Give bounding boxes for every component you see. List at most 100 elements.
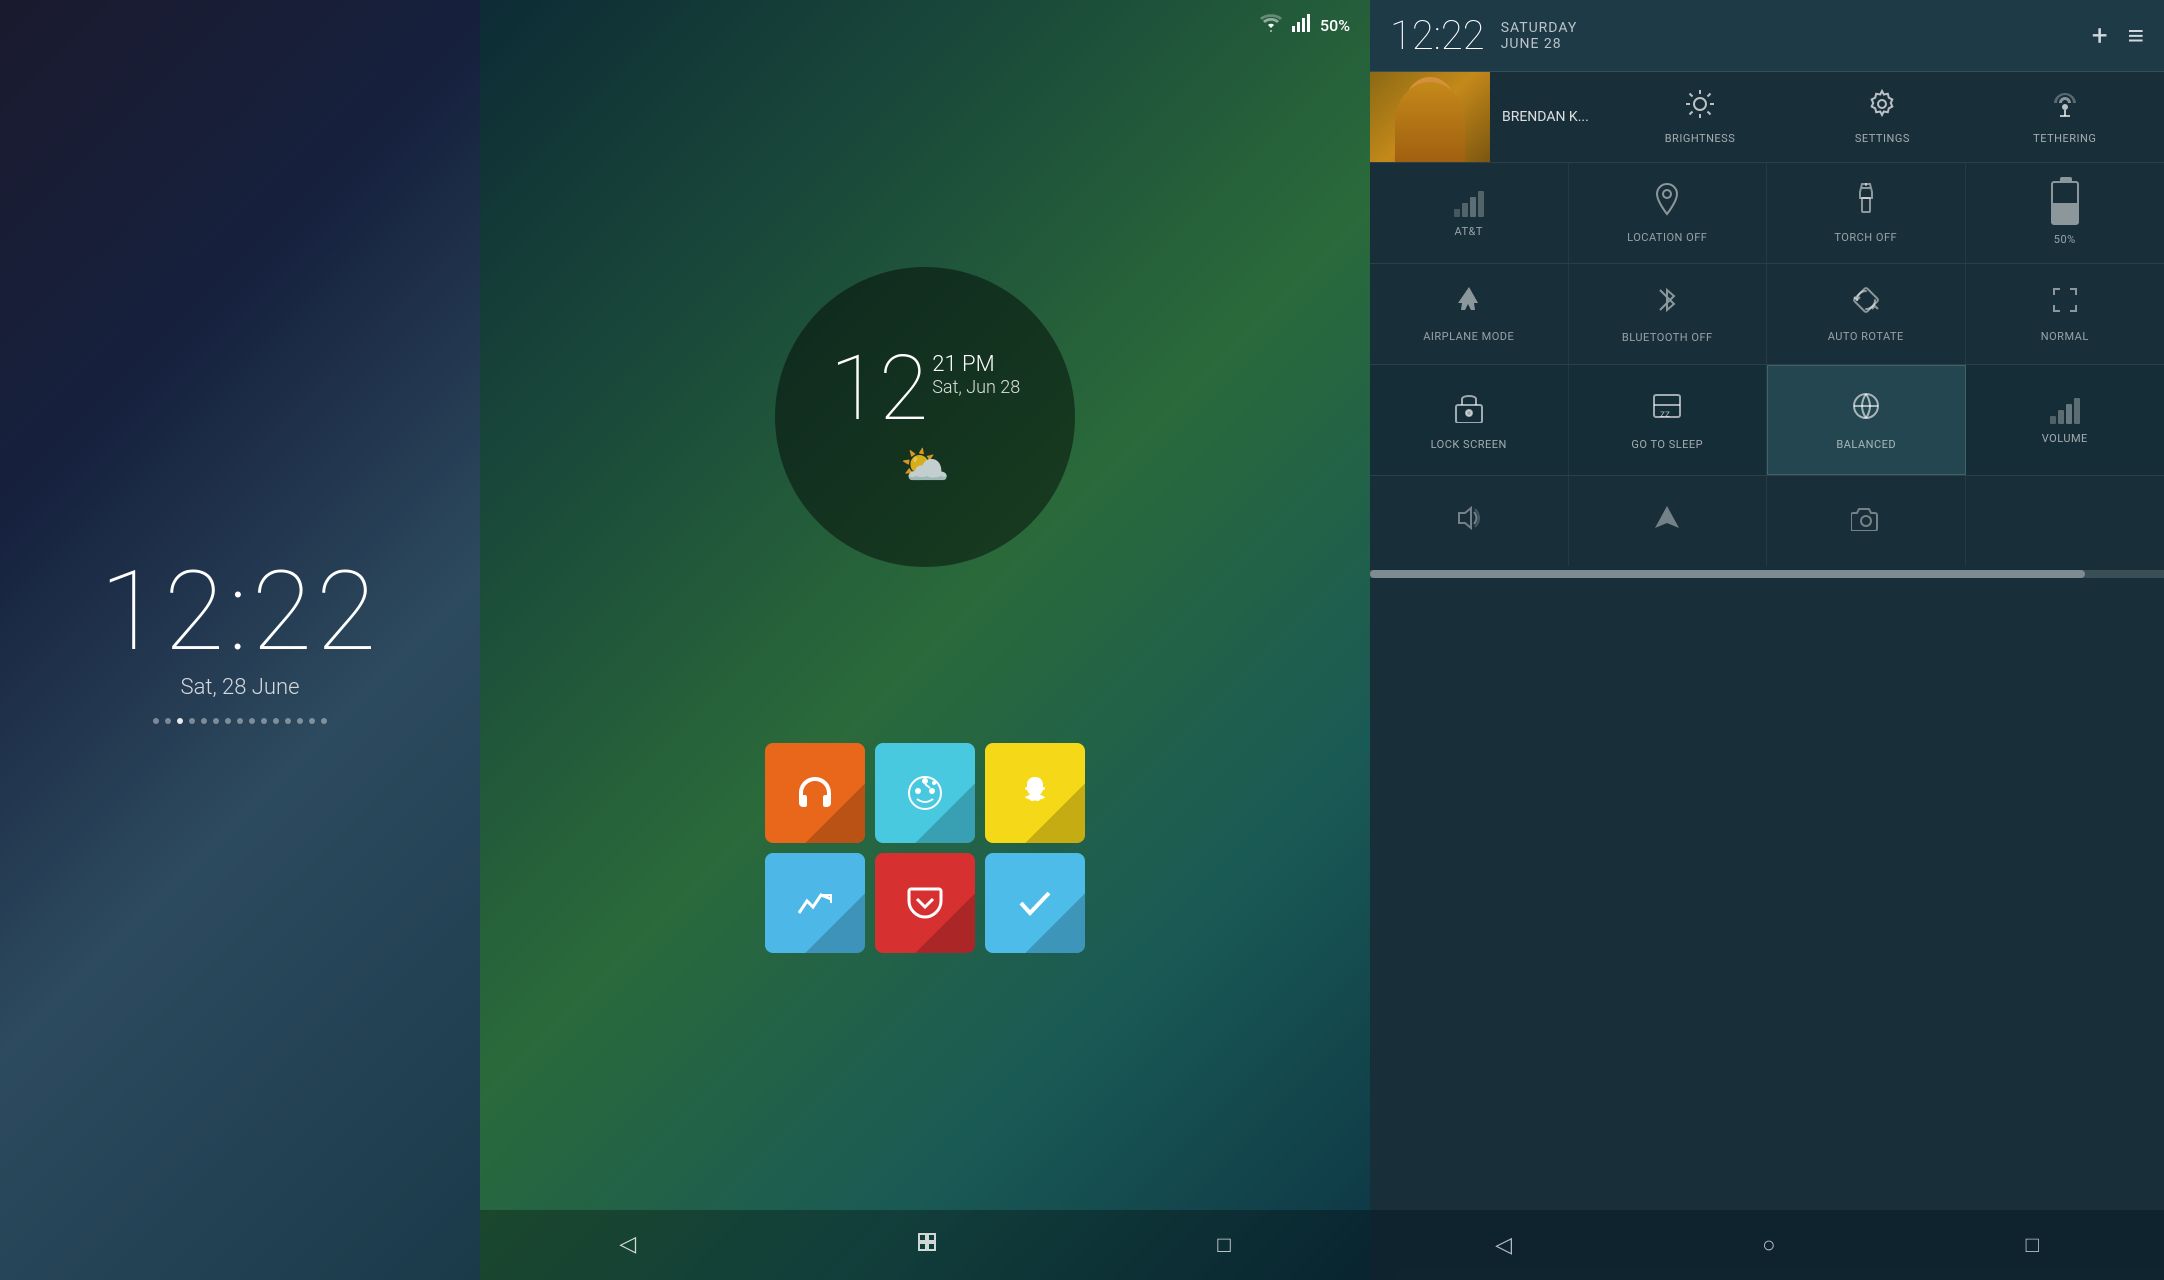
location-toggle[interactable]: LOCATION OFF: [1569, 163, 1768, 263]
speaker-icon: [1455, 504, 1483, 539]
widget-date: Sat, Jun 28: [932, 377, 1020, 398]
battery-toggle[interactable]: 50%: [1966, 163, 2164, 263]
clock-widget: 12 21 PM Sat, Jun 28 ⛅: [775, 267, 1075, 567]
lock-dot: [273, 718, 279, 724]
lock-dot: [165, 718, 171, 724]
signal-bars-icon: [1454, 189, 1484, 217]
bottom-tiles: LOCK SCREEN zz GO TO SLEEP: [1370, 365, 2164, 476]
profile-photo[interactable]: [1370, 72, 1490, 162]
toggle-row-1: AT&T LOCATION OFF TORCH OFF: [1370, 163, 2164, 264]
notification-header: 12:22 SATURDAY JUNE 28 + ≡: [1370, 0, 2164, 72]
torch-label: TORCH OFF: [1834, 231, 1897, 244]
notif-back-button[interactable]: ◁: [1495, 1233, 1512, 1258]
battery-status: 50%: [1320, 16, 1350, 35]
widget-ampm: 21 PM: [932, 352, 1020, 377]
lock-dot: [213, 718, 219, 724]
lock-time: 12:22: [100, 557, 380, 667]
widget-hour: 12: [830, 344, 929, 434]
extra-nav[interactable]: [1569, 476, 1768, 566]
scroll-thumb: [1370, 570, 2085, 578]
home-button[interactable]: [915, 1230, 939, 1260]
balanced-tile[interactable]: BALANCED: [1767, 365, 1966, 475]
volume-tile-label: VOLUME: [2042, 432, 2088, 445]
status-bar: 50%: [480, 0, 1370, 50]
home-screen-panel: 50% 12 21 PM Sat, Jun 28 ⛅: [480, 0, 1370, 1280]
notif-home-button[interactable]: ○: [1762, 1232, 1775, 1258]
recent-button[interactable]: □: [1217, 1232, 1230, 1258]
lock-dot: [237, 718, 243, 724]
widget-time-right: 21 PM Sat, Jun 28: [932, 352, 1020, 398]
sleep-icon: zz: [1650, 389, 1684, 430]
lock-screen-tile[interactable]: LOCK SCREEN: [1370, 365, 1569, 475]
tethering-icon: [2050, 89, 2080, 126]
extra-empty: [1966, 476, 2164, 566]
app-stocks[interactable]: [765, 853, 865, 953]
app-pocket[interactable]: [875, 853, 975, 953]
lock-dot-active: [177, 718, 183, 724]
tethering-toggle[interactable]: TETHERING: [2025, 89, 2105, 145]
home-nav-bar: ◁ □: [480, 1210, 1370, 1280]
volume-tile[interactable]: VOLUME: [1966, 365, 2164, 475]
airplane-toggle[interactable]: AIRPLANE MODE: [1370, 264, 1569, 364]
sleep-tile-label: GO TO SLEEP: [1631, 438, 1703, 451]
toggle-row-2: AIRPLANE MODE BLUETOOTH OFF: [1370, 264, 2164, 365]
brightness-toggle[interactable]: BRIGHTNESS: [1660, 89, 1740, 145]
weather-icon: ⛅: [900, 442, 950, 489]
lock-dot: [285, 718, 291, 724]
tethering-label: TETHERING: [2033, 132, 2096, 145]
svg-text:zz: zz: [1660, 409, 1670, 420]
settings-icon: [1867, 89, 1897, 126]
bluetooth-icon: [1656, 284, 1678, 323]
bluetooth-toggle[interactable]: BLUETOOTH OFF: [1569, 264, 1768, 364]
lock-screen-panel: 12:22 Sat, 28 June: [0, 0, 480, 1280]
rotate-icon: [1851, 285, 1881, 322]
wifi-icon: [1260, 14, 1282, 37]
settings-toggle[interactable]: SETTINGS: [1842, 89, 1922, 145]
extra-speaker[interactable]: [1370, 476, 1569, 566]
airplane-icon: [1454, 285, 1484, 322]
brightness-icon: [1685, 89, 1715, 126]
back-button[interactable]: ◁: [619, 1232, 636, 1257]
lock-screen-tile-label: LOCK SCREEN: [1431, 438, 1507, 451]
brightness-label: BRIGHTNESS: [1665, 132, 1736, 145]
expand-icon: [2050, 285, 2080, 322]
app-checkmark[interactable]: [985, 853, 1085, 953]
att-toggle[interactable]: AT&T: [1370, 163, 1569, 263]
notif-time: 12:22: [1390, 12, 1485, 59]
normal-toggle[interactable]: NORMAL: [1966, 264, 2164, 364]
balanced-icon: [1849, 389, 1883, 430]
sleep-tile[interactable]: zz GO TO SLEEP: [1569, 365, 1768, 475]
notification-nav-bar: ◁ ○ □: [1370, 1210, 2164, 1280]
lock-dot: [249, 718, 255, 724]
app-reddit[interactable]: [875, 743, 975, 843]
airplane-label: AIRPLANE MODE: [1423, 330, 1514, 343]
extra-camera[interactable]: [1767, 476, 1966, 566]
lock-dot: [189, 718, 195, 724]
location-label: LOCATION OFF: [1627, 231, 1707, 244]
notification-panel: 12:22 SATURDAY JUNE 28 + ≡ BRENDAN K...: [1370, 0, 2164, 1280]
quick-toggles: BRIGHTNESS SETTINGS: [1601, 81, 2164, 153]
profile-name: BRENDAN K...: [1490, 101, 1601, 133]
balanced-tile-label: BALANCED: [1836, 438, 1896, 451]
app-snapchat[interactable]: [985, 743, 1085, 843]
extra-row: [1370, 476, 2164, 566]
signal-icon: [1292, 14, 1310, 36]
notif-recent-button[interactable]: □: [2026, 1232, 2039, 1258]
torch-toggle[interactable]: TORCH OFF: [1767, 163, 1966, 263]
notif-fulldate: JUNE 28: [1501, 36, 1578, 52]
lock-date: Sat, 28 June: [181, 675, 300, 700]
notif-day: SATURDAY: [1501, 20, 1578, 36]
rotate-label: AUTO ROTATE: [1828, 330, 1904, 343]
lock-dot: [261, 718, 267, 724]
normal-label: NORMAL: [2041, 330, 2089, 343]
battery-label: 50%: [2054, 233, 2076, 246]
location-icon: [1653, 182, 1681, 223]
notif-add-button[interactable]: +: [2092, 19, 2108, 52]
rotate-toggle[interactable]: AUTO ROTATE: [1767, 264, 1966, 364]
bluetooth-label: BLUETOOTH OFF: [1622, 331, 1713, 344]
app-headphones[interactable]: [765, 743, 865, 843]
lock-dot: [201, 718, 207, 724]
notif-menu-button[interactable]: ≡: [2128, 19, 2144, 52]
lock-dot: [297, 718, 303, 724]
settings-label: SETTINGS: [1855, 132, 1910, 145]
